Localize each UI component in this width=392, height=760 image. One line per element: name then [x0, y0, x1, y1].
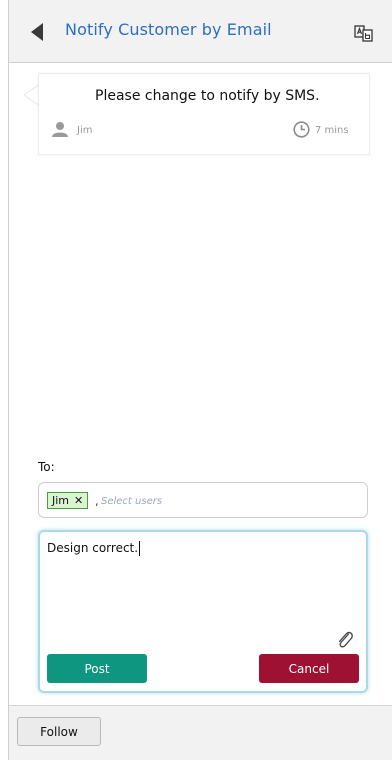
person-icon: [52, 122, 68, 137]
left-border: [0, 0, 9, 760]
recipient-name: Jim: [52, 494, 70, 507]
comment-editor[interactable]: Design correct. Post Cancel: [38, 530, 368, 693]
clock-icon: [293, 121, 310, 138]
back-button[interactable]: [29, 22, 45, 42]
to-label: To:: [38, 460, 55, 474]
comment-time: 7 mins: [315, 125, 349, 136]
comment-card: Please change to notify by SMS. Jim 7 mi…: [38, 73, 370, 155]
recipient-separator: ,: [95, 495, 99, 508]
select-users-placeholder[interactable]: Select users: [101, 496, 162, 507]
cancel-button[interactable]: Cancel: [259, 654, 359, 683]
paperclip-icon[interactable]: [336, 628, 354, 650]
post-button[interactable]: Post: [47, 654, 147, 683]
comment-body[interactable]: Design correct.: [47, 541, 141, 556]
header-bar: Notify Customer by Email: [9, 0, 392, 63]
remove-recipient-button[interactable]: ✕: [74, 493, 83, 508]
comment-author: Jim: [77, 125, 93, 136]
recipient-tag: Jim ✕: [47, 492, 89, 509]
follow-button[interactable]: Follow: [17, 717, 101, 746]
back-arrow-icon: [31, 23, 43, 41]
translate-icon: [354, 25, 373, 42]
page-title: Notify Customer by Email: [65, 20, 272, 39]
translate-button[interactable]: [354, 24, 374, 42]
recipients-input[interactable]: Jim ✕ , Select users: [38, 482, 368, 518]
comment-text: Please change to notify by SMS.: [95, 88, 320, 104]
footer-bar: Follow: [9, 705, 392, 760]
